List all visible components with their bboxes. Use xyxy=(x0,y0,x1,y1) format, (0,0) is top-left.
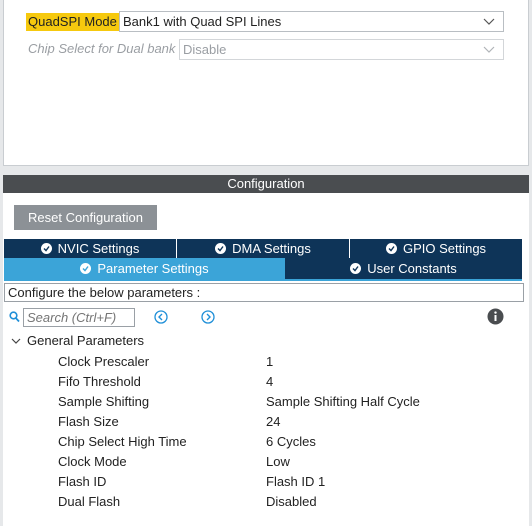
parameter-name: Flash Size xyxy=(58,414,119,429)
parameter-value[interactable]: 24 xyxy=(266,414,280,429)
check-circle-icon xyxy=(350,263,362,274)
check-circle-icon xyxy=(385,243,397,254)
check-circle-icon xyxy=(40,243,52,254)
search-icon xyxy=(9,311,20,323)
tabs-underline xyxy=(4,279,522,281)
mode-panel: QuadSPI Mode Bank1 with Quad SPI Lines C… xyxy=(3,0,529,166)
parameter-row[interactable]: Flash Size 24 xyxy=(3,412,529,432)
tab-label: User Constants xyxy=(367,261,457,276)
reset-configuration-button[interactable]: Reset Configuration xyxy=(14,205,157,230)
parameter-name: Fifo Threshold xyxy=(58,374,141,389)
chevron-down-icon xyxy=(483,46,495,53)
arrow-left-circle-icon[interactable] xyxy=(154,310,168,324)
configuration-panel: Configuration Reset Configuration NVIC S… xyxy=(3,175,529,526)
chip-select-select[interactable]: Disable xyxy=(179,39,504,60)
general-parameters-group[interactable]: General Parameters xyxy=(11,333,144,348)
quadspi-mode-value: Bank1 with Quad SPI Lines xyxy=(123,14,282,29)
configuration-header: Configuration xyxy=(3,175,529,193)
parameter-name: Flash ID xyxy=(58,474,107,489)
check-circle-icon xyxy=(80,263,92,274)
chevron-down-icon xyxy=(11,338,21,344)
quadspi-mode-label: QuadSPI Mode xyxy=(26,13,119,31)
parameter-name: Chip Select High Time xyxy=(58,434,187,449)
parameter-row[interactable]: Clock Prescaler 1 xyxy=(3,352,529,372)
tab-parameter-settings[interactable]: Parameter Settings xyxy=(4,258,285,279)
parameter-value[interactable]: 1 xyxy=(266,354,273,369)
parameters-description: Configure the below parameters : xyxy=(4,283,524,302)
tabs-row-1: NVIC Settings DMA Settings GPIO Settings xyxy=(4,239,522,258)
tab-label: Parameter Settings xyxy=(97,261,209,276)
quadspi-mode-row: QuadSPI Mode xyxy=(26,12,119,32)
parameter-value[interactable]: Flash ID 1 xyxy=(266,474,325,489)
parameter-value[interactable]: Disabled xyxy=(266,494,317,509)
search-input[interactable] xyxy=(23,307,135,327)
parameter-row[interactable]: Sample Shifting Sample Shifting Half Cycl… xyxy=(3,392,529,412)
parameters-list: Clock Prescaler 1 Fifo Threshold 4 Sample Sh… xyxy=(3,352,529,512)
parameter-row[interactable]: Flash ID Flash ID 1 xyxy=(3,472,529,492)
tab-dma-settings[interactable]: DMA Settings xyxy=(177,239,350,258)
parameter-value[interactable]: Sample Shifting Half Cycle xyxy=(266,394,420,409)
tab-label: DMA Settings xyxy=(232,241,311,256)
parameter-row[interactable]: Fifo Threshold 4 xyxy=(3,372,529,392)
tab-label: NVIC Settings xyxy=(57,241,140,256)
parameter-row[interactable]: Dual Flash Disabled xyxy=(3,492,529,512)
tabs-row-2: Parameter Settings User Constants xyxy=(4,258,522,279)
chip-select-value: Disable xyxy=(183,42,227,57)
check-circle-icon xyxy=(215,243,227,254)
quadspi-mode-select[interactable]: Bank1 with Quad SPI Lines xyxy=(119,11,504,32)
tab-nvic-settings[interactable]: NVIC Settings xyxy=(4,239,177,258)
parameter-name: Clock Prescaler xyxy=(58,354,150,369)
tab-user-constants[interactable]: User Constants xyxy=(285,258,522,279)
chip-select-row: Chip Select for Dual bank xyxy=(26,39,177,59)
chevron-down-icon xyxy=(483,18,495,25)
info-icon[interactable] xyxy=(487,308,504,325)
chip-select-label: Chip Select for Dual bank xyxy=(28,41,176,56)
parameter-name: Sample Shifting xyxy=(58,394,150,409)
group-label: General Parameters xyxy=(27,333,145,348)
parameter-value[interactable]: 4 xyxy=(266,374,273,389)
arrow-right-circle-icon[interactable] xyxy=(201,310,215,324)
parameter-name: Clock Mode xyxy=(58,454,127,469)
search-row xyxy=(9,307,135,327)
parameter-row[interactable]: Clock Mode Low xyxy=(3,452,529,472)
tab-label: GPIO Settings xyxy=(402,241,487,256)
parameter-name: Dual Flash xyxy=(58,494,121,509)
parameter-row[interactable]: Chip Select High Time 6 Cycles xyxy=(3,432,529,452)
tab-gpio-settings[interactable]: GPIO Settings xyxy=(350,239,522,258)
parameter-value[interactable]: Low xyxy=(266,454,290,469)
parameter-value[interactable]: 6 Cycles xyxy=(266,434,316,449)
